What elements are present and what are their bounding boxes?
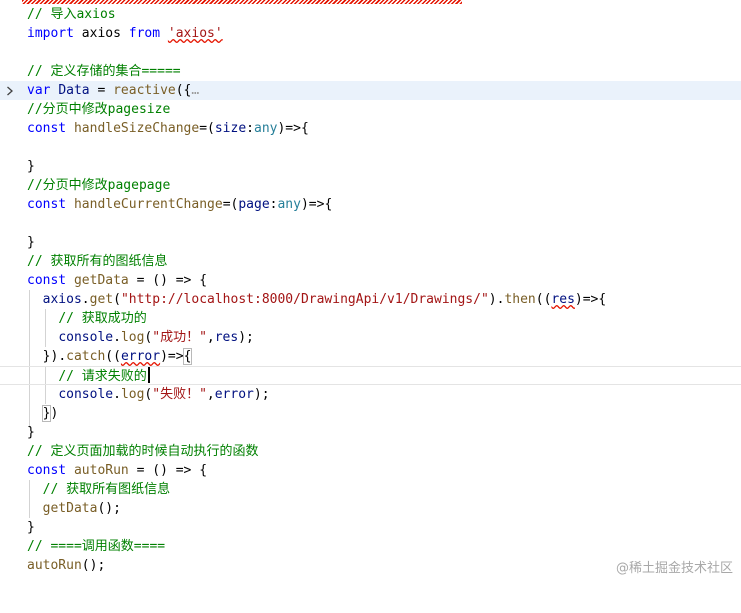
keyword: from xyxy=(128,26,161,41)
code-line[interactable]: // ====调用函数==== xyxy=(0,537,741,556)
string-literal: "成功！" xyxy=(152,330,207,345)
comment: // 定义页面加载的时候自动执行的函数 xyxy=(27,444,259,459)
function-name: catch xyxy=(66,349,106,364)
fold-toggle[interactable] xyxy=(4,81,18,100)
variable: Data xyxy=(58,83,90,98)
code-line[interactable]: }) xyxy=(0,404,741,423)
string-literal: "失败！" xyxy=(152,387,207,402)
parameter: size xyxy=(214,121,247,136)
function-name: then xyxy=(504,292,536,307)
code-line[interactable]: // 获取成功的 xyxy=(0,309,741,328)
code-line[interactable]: }).catch((error)=>{ xyxy=(0,347,741,366)
parameter: page xyxy=(238,197,270,212)
string-literal: 'axios' xyxy=(167,26,223,41)
code-line[interactable]: // 导入axios xyxy=(0,5,741,24)
code-line[interactable] xyxy=(0,43,741,62)
code-line[interactable]: const handleCurrentChange=(page:any)=>{ xyxy=(0,195,741,214)
code-line[interactable]: } xyxy=(0,518,741,537)
code-line[interactable] xyxy=(0,138,741,157)
comment: // 获取成功的 xyxy=(58,311,147,326)
code-line-folded[interactable]: var Data = reactive({… xyxy=(0,81,741,100)
keyword: const xyxy=(27,197,67,212)
code-line[interactable]: axios.get("http://localhost:8000/Drawing… xyxy=(0,290,741,309)
code-line[interactable]: console.log("成功！",res); xyxy=(0,328,741,347)
comment: // 定义存储的集合===== xyxy=(27,64,181,79)
comment: // 导入axios xyxy=(27,7,116,22)
code-line[interactable]: } xyxy=(0,233,741,252)
code-line[interactable]: //分页中修改pagepage xyxy=(0,176,741,195)
function-name: log xyxy=(120,330,145,345)
error-squiggle xyxy=(22,0,462,4)
parameter: res xyxy=(551,292,575,307)
function-name: autoRun xyxy=(27,558,82,573)
keyword: var xyxy=(27,83,51,98)
code-line[interactable]: // 定义存储的集合===== xyxy=(0,62,741,81)
variable: axios xyxy=(42,292,82,307)
keyword: import xyxy=(27,26,74,41)
comment: // ====调用函数==== xyxy=(27,539,166,554)
code-line[interactable]: const getData = () => { xyxy=(0,271,741,290)
code-line[interactable]: const autoRun = () => { xyxy=(0,461,741,480)
function-name: getData xyxy=(73,273,129,288)
code-line[interactable]: import axios from 'axios' xyxy=(0,24,741,43)
text-cursor xyxy=(147,367,150,383)
code-line[interactable]: } xyxy=(0,157,741,176)
chevron-right-icon xyxy=(7,86,13,96)
bracket-match: { xyxy=(182,348,193,365)
type-name: any xyxy=(277,197,301,212)
variable: console xyxy=(58,387,114,402)
code-line[interactable]: //分页中修改pagesize xyxy=(0,100,741,119)
string-literal: "http://localhost:8000/DrawingApi/v1/Dra… xyxy=(120,292,489,307)
parameter: error xyxy=(120,349,161,364)
variable: console xyxy=(58,330,114,345)
function-name: handleCurrentChange xyxy=(73,197,223,212)
variable: res xyxy=(214,330,239,345)
code-line[interactable]: } xyxy=(0,423,741,442)
keyword: const xyxy=(27,463,67,478)
code-line[interactable] xyxy=(0,214,741,233)
code-editor[interactable]: // 导入axios import axios from 'axios' // … xyxy=(0,0,741,582)
watermark: @稀土掘金技术社区 xyxy=(615,561,733,576)
function-name: autoRun xyxy=(73,463,129,478)
function-name: handleSizeChange xyxy=(73,121,200,136)
keyword: const xyxy=(27,121,67,136)
code-line[interactable]: console.log("失败！",error); xyxy=(0,385,741,404)
function-name: log xyxy=(120,387,145,402)
comment: //分页中修改pagepage xyxy=(27,178,171,193)
function-name: getData xyxy=(42,501,98,516)
keyword: const xyxy=(27,273,67,288)
comment: // 获取所有的图纸信息 xyxy=(27,254,168,269)
comment: // 请求失败的 xyxy=(58,369,147,384)
code-line[interactable]: // 定义页面加载的时候自动执行的函数 xyxy=(0,442,741,461)
comment: //分页中修改pagesize xyxy=(27,102,171,117)
code-line[interactable]: // 获取所有的图纸信息 xyxy=(0,252,741,271)
function-name: reactive xyxy=(113,83,176,98)
variable: error xyxy=(214,387,254,402)
code-line[interactable]: const handleSizeChange=(size:any)=>{ xyxy=(0,119,741,138)
type-name: any xyxy=(254,121,278,136)
fold-ellipsis[interactable]: … xyxy=(191,83,199,98)
code-line[interactable]: getData(); xyxy=(0,499,741,518)
code-line-current[interactable]: // 请求失败的 xyxy=(0,366,741,385)
comment: // 获取所有图纸信息 xyxy=(42,482,171,497)
function-name: get xyxy=(89,292,114,307)
code-line[interactable]: // 获取所有图纸信息 xyxy=(0,480,741,499)
